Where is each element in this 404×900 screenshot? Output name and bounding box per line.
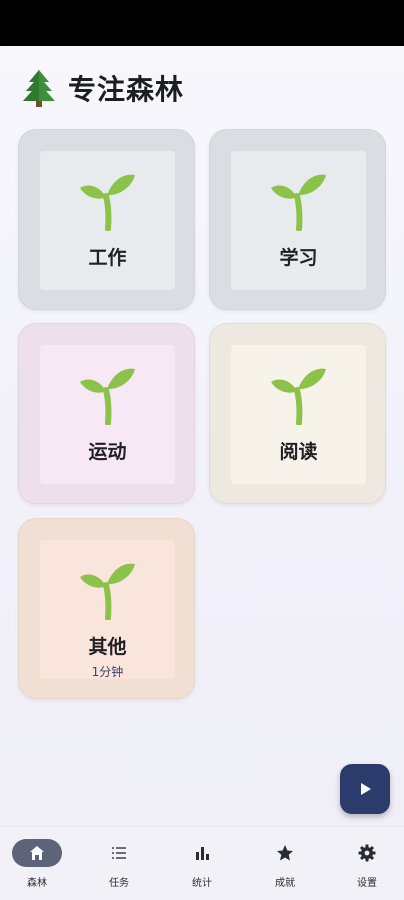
nav-item-stats[interactable]: 统计 (165, 827, 245, 900)
nav-item-tasks[interactable]: 任务 (82, 827, 162, 900)
sprout-icon (80, 174, 135, 231)
home-icon (30, 846, 44, 860)
card-inner: 阅读 (231, 345, 366, 484)
nav-icon-wrap (260, 839, 310, 867)
nav-item-settings[interactable]: 设置 (330, 827, 404, 900)
nav-label: 统计 (192, 878, 212, 889)
category-label: 阅读 (279, 441, 318, 463)
category-label: 其他 (88, 636, 127, 658)
play-icon (361, 783, 371, 795)
app-screen: 专注森林 工作 学习 运动 阅读 其他 1分钟 森林 任务 统计 成就 设置 (0, 0, 404, 900)
nav-label: 森林 (27, 878, 47, 889)
category-label: 学习 (279, 247, 318, 269)
header: 专注森林 (20, 68, 184, 108)
category-card-work[interactable]: 工作 (18, 129, 195, 310)
nav-label: 任务 (109, 878, 129, 889)
category-card-reading[interactable]: 阅读 (209, 323, 386, 504)
category-label: 运动 (88, 441, 127, 463)
category-card-other[interactable]: 其他 1分钟 (18, 518, 195, 699)
start-focus-button[interactable] (340, 764, 390, 814)
nav-label: 成就 (275, 878, 295, 889)
evergreen-tree-icon (23, 70, 55, 107)
page-title: 专注森林 (68, 73, 185, 106)
nav-item-forest[interactable]: 森林 (0, 827, 80, 900)
nav-active-indicator (12, 839, 62, 867)
category-duration: 1分钟 (91, 665, 124, 679)
card-inner: 学习 (231, 151, 366, 290)
category-label: 工作 (88, 247, 127, 269)
card-inner: 运动 (40, 345, 175, 484)
card-inner: 其他 1分钟 (40, 540, 175, 679)
nav-item-achievements[interactable]: 成就 (248, 827, 328, 900)
bar-chart-icon (196, 847, 209, 860)
star-icon (277, 845, 293, 861)
nav-label: 设置 (357, 878, 377, 889)
card-inner: 工作 (40, 151, 175, 290)
nav-icon-wrap (177, 839, 227, 867)
sprout-icon (271, 368, 326, 425)
sprout-icon (271, 174, 326, 231)
sprout-icon (80, 368, 135, 425)
nav-icon-wrap (342, 839, 392, 867)
category-card-study[interactable]: 学习 (209, 129, 386, 310)
bottom-nav: 森林 任务 统计 成就 设置 (0, 826, 404, 900)
list-icon (112, 847, 126, 859)
gear-icon (358, 844, 376, 862)
sprout-icon (80, 563, 135, 620)
nav-icon-wrap (94, 839, 144, 867)
category-card-exercise[interactable]: 运动 (18, 323, 195, 504)
status-bar (0, 0, 404, 46)
